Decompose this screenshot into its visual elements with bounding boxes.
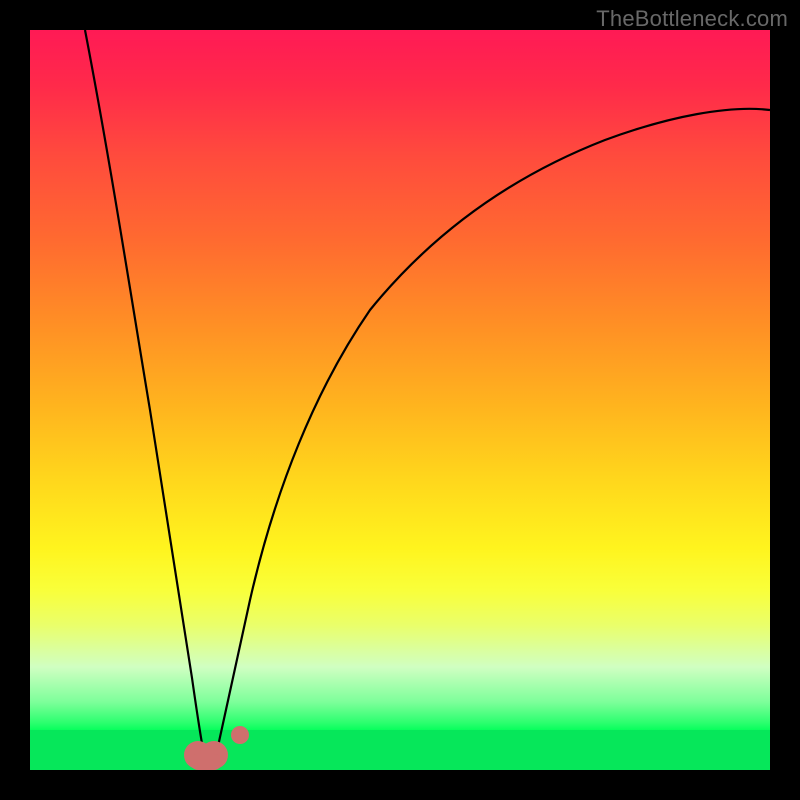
optimum-marker — [184, 741, 228, 770]
left-curve — [85, 30, 205, 760]
optimum-dot — [231, 726, 249, 744]
chart-frame — [30, 30, 770, 770]
watermark-text: TheBottleneck.com — [596, 6, 788, 32]
curves-layer — [30, 30, 770, 770]
right-curve — [215, 109, 770, 760]
